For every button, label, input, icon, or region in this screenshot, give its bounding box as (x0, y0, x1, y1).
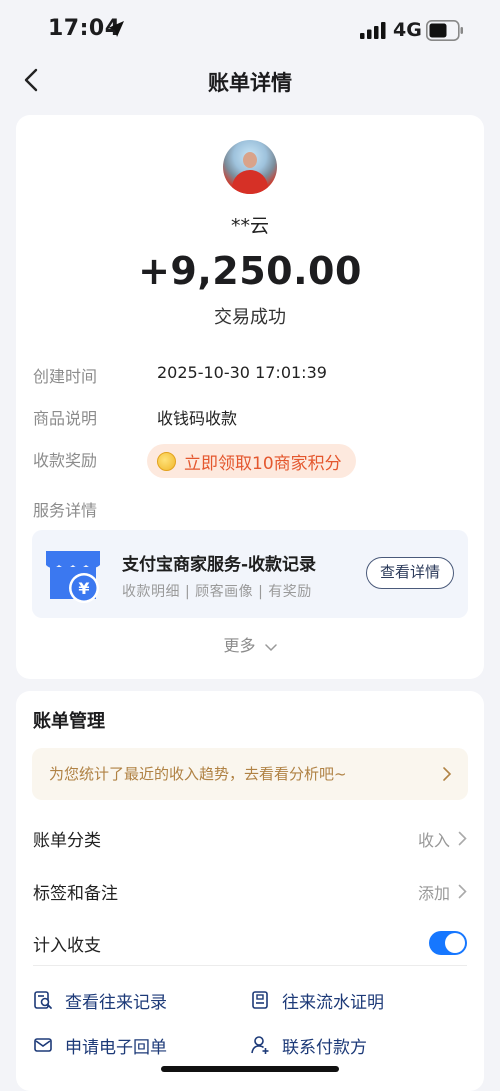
signal-bars-icon (360, 22, 386, 39)
service-detail-label: 服务详情 (33, 501, 98, 520)
more-toggle[interactable]: 更多 (16, 632, 484, 656)
bill-category-value: 收入 (417, 831, 450, 850)
income-trend-tip[interactable]: 为您统计了最近的收入趋势，去看看分析吧~ (32, 748, 468, 800)
record-search-icon (34, 991, 52, 1009)
e-receipt-label: 申请电子回单 (65, 1037, 167, 1058)
network-label: 4G (393, 19, 422, 41)
svg-text:¥: ¥ (78, 579, 89, 598)
view-details-button[interactable]: 查看详情 (366, 557, 454, 589)
view-history-label: 查看往来记录 (65, 992, 167, 1013)
bill-category-row[interactable]: 账单分类 收入 (16, 816, 484, 860)
avatar[interactable] (223, 140, 277, 194)
store-yuan-icon: ¥ (46, 551, 100, 603)
battery-icon (426, 20, 463, 41)
chevron-down-icon (264, 643, 277, 651)
section-title: 账单管理 (33, 711, 105, 732)
reward-claim-text: 立即领取10商家积分 (184, 453, 342, 474)
reward-label: 收款奖励 (33, 451, 98, 470)
payer-name: **云 (230, 215, 269, 237)
home-indicator (161, 1066, 339, 1072)
tags-notes-value: 添加 (417, 884, 450, 903)
bill-management-card: 账单管理 为您统计了最近的收入趋势，去看看分析吧~ 账单分类 收入 标签和备注 … (16, 691, 484, 1091)
statement-proof-label: 往来流水证明 (282, 992, 384, 1013)
tip-text: 为您统计了最近的收入趋势，去看看分析吧~ (49, 765, 347, 783)
status-bar: 17:04 4G (0, 0, 500, 60)
service-title: 支付宝商家服务-收款记录 (122, 555, 317, 575)
divider (33, 965, 467, 966)
count-in-balance-row: 计入收支 (16, 921, 484, 965)
tags-notes-row[interactable]: 标签和备注 添加 (16, 869, 484, 913)
chevron-right-icon (458, 831, 467, 846)
count-in-balance-label: 计入收支 (33, 936, 101, 956)
reward-claim-button[interactable]: 立即领取10商家积分 (147, 444, 356, 478)
statement-proof-link[interactable]: 往来流水证明 (250, 986, 384, 1014)
location-arrow-icon (108, 21, 124, 37)
more-label: 更多 (223, 636, 256, 655)
transaction-amount: +9,250.00 (138, 249, 362, 293)
nav-bar: 账单详情 (0, 58, 500, 104)
mail-icon (34, 1038, 52, 1052)
created-time-value: 2025-10-30 17:01:39 (157, 363, 327, 382)
contact-add-icon (251, 1036, 269, 1054)
tags-notes-label: 标签和备注 (33, 884, 118, 904)
product-desc-value: 收钱码收款 (157, 409, 238, 428)
document-icon (252, 991, 268, 1009)
product-desc-label: 商品说明 (33, 409, 98, 428)
coin-icon (157, 451, 176, 471)
page-title: 账单详情 (208, 71, 292, 95)
view-history-link[interactable]: 查看往来记录 (33, 986, 167, 1014)
count-in-balance-toggle[interactable] (429, 931, 467, 955)
contact-payer-label: 联系付款方 (282, 1037, 367, 1058)
chevron-right-icon (443, 767, 452, 781)
merchant-service-panel[interactable]: ¥ 支付宝商家服务-收款记录 收款明细 | 顾客画像 | 有奖励 查看详情 (32, 530, 468, 618)
transaction-card: **云 +9,250.00 交易成功 创建时间 2025-10-30 17:01… (16, 115, 484, 679)
service-tags: 收款明细 | 顾客画像 | 有奖励 (122, 584, 312, 600)
contact-payer-link[interactable]: 联系付款方 (250, 1031, 367, 1059)
bill-category-label: 账单分类 (33, 831, 101, 851)
chevron-right-icon (458, 884, 467, 899)
transaction-status: 交易成功 (214, 307, 286, 328)
e-receipt-link[interactable]: 申请电子回单 (33, 1031, 167, 1059)
created-time-label: 创建时间 (33, 367, 98, 386)
